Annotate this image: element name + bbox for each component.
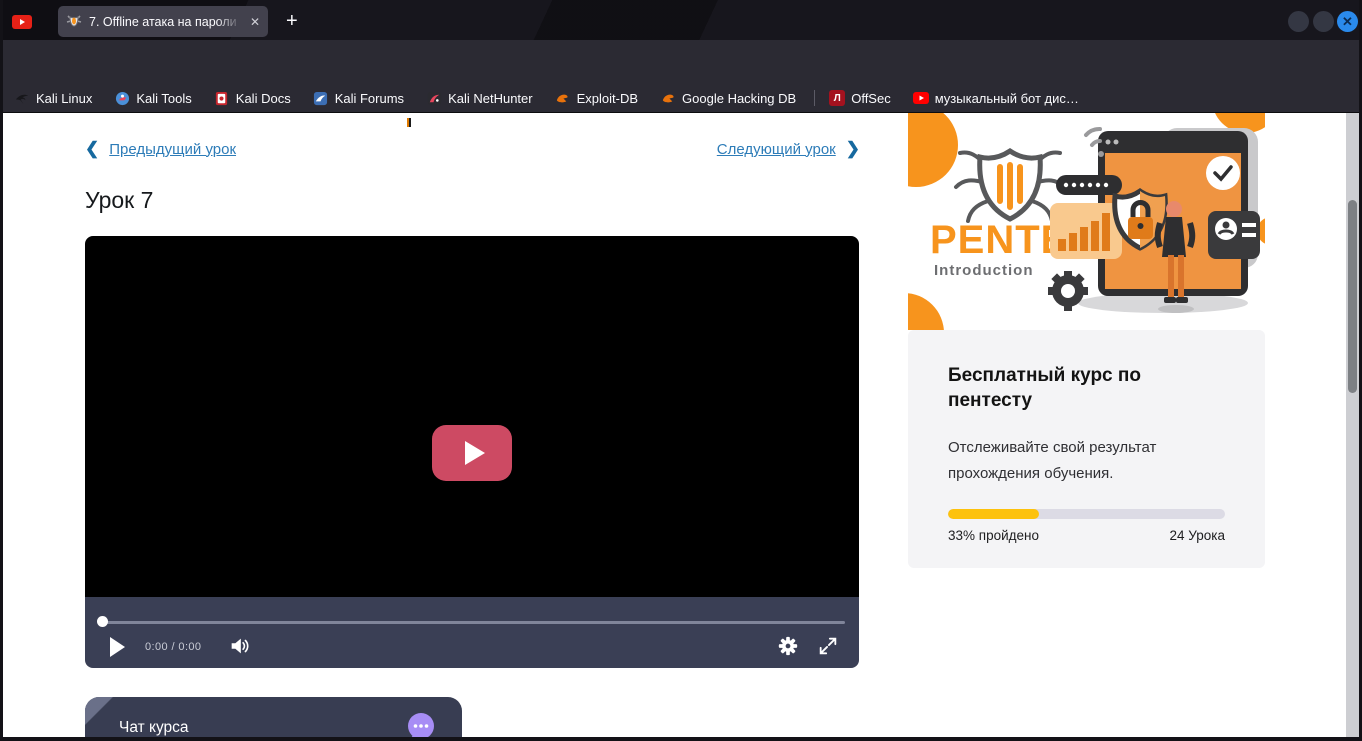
video-seek-bar[interactable] xyxy=(100,621,845,624)
active-tab[interactable]: 7. Offline атака на пароли ✕ xyxy=(58,6,268,37)
video-controls-bar: 0:00 / 0:00 xyxy=(85,597,859,668)
bookmark-kali-linux[interactable]: Kali Linux xyxy=(14,90,92,106)
video-big-play-button[interactable] xyxy=(432,425,512,481)
chat-bubble-icon[interactable] xyxy=(405,711,437,737)
youtube-pinned-tab[interactable] xyxy=(12,15,32,29)
course-sidebar: PENTEST Introduction xyxy=(908,113,1265,737)
video-play-button[interactable] xyxy=(110,637,125,657)
kali-nethunter-icon xyxy=(426,90,442,106)
video-time-separator: / xyxy=(171,641,174,653)
kali-linux-icon xyxy=(14,90,30,106)
settings-gear-icon[interactable] xyxy=(777,635,799,657)
browser-toolbar: https://codeby.school/training/view/urok… xyxy=(0,40,1362,84)
video-screen[interactable] xyxy=(85,236,859,597)
next-lesson-link[interactable]: Следующий урок ❯ xyxy=(717,139,860,159)
previous-lesson-label: Предыдущий урок xyxy=(109,141,236,158)
banner-isometric-art xyxy=(1048,128,1260,313)
course-card-description: Отслеживайте свой результат прохождения … xyxy=(948,435,1198,487)
course-progress-labels: 33% пройдено 24 Урока xyxy=(948,528,1225,543)
chat-corner-accent xyxy=(85,697,119,731)
course-progress-bar xyxy=(948,509,1225,519)
lessons-count-label: 24 Урока xyxy=(1170,528,1225,543)
video-player[interactable]: 0:00 / 0:00 xyxy=(85,236,859,668)
window-minimize-button[interactable] xyxy=(1288,11,1309,32)
youtube-icon xyxy=(20,19,25,25)
window-border-bottom xyxy=(0,737,1362,741)
browser-titlebar: 7. Offline атака на пароли ✕ + ✕ xyxy=(0,0,1362,40)
banner-subtitle-text: Introduction xyxy=(934,262,1033,279)
fullscreen-icon[interactable] xyxy=(817,635,839,657)
tab-title-fade xyxy=(216,12,242,32)
previous-lesson-link[interactable]: ❮ Предыдущий урок xyxy=(85,139,236,159)
play-icon xyxy=(465,441,485,465)
course-progress-fill xyxy=(948,509,1039,519)
codeby-favicon-icon xyxy=(66,14,82,30)
course-chat-widget[interactable]: Чат курса xyxy=(85,697,462,737)
youtube-icon xyxy=(913,90,929,106)
page-scrollbar-track[interactable] xyxy=(1346,113,1359,737)
video-duration: 0:00 xyxy=(178,641,201,653)
kali-docs-icon xyxy=(214,90,230,106)
kali-tools-icon xyxy=(114,90,130,106)
bookmark-google-hacking-db[interactable]: Google Hacking DB xyxy=(660,90,796,106)
bookmark-music-bot[interactable]: музыкальный бот дис… xyxy=(913,90,1079,106)
bookmark-offsec[interactable]: Л OffSec xyxy=(829,90,891,106)
window-maximize-button[interactable] xyxy=(1313,11,1334,32)
page-content: ❮ Предыдущий урок Следующий урок ❯ Урок … xyxy=(3,113,1359,737)
volume-icon[interactable] xyxy=(228,635,250,657)
tab-close-icon[interactable]: ✕ xyxy=(250,15,260,29)
bookmark-kali-nethunter[interactable]: Kali NetHunter xyxy=(426,90,533,106)
offsec-icon: Л xyxy=(829,90,845,106)
bookmark-kali-docs[interactable]: Kali Docs xyxy=(214,90,291,106)
page-scrollbar-thumb[interactable] xyxy=(1348,200,1357,393)
video-seek-handle[interactable] xyxy=(97,616,108,627)
chevron-right-icon: ❯ xyxy=(846,139,860,159)
bookmark-kali-forums[interactable]: Kali Forums xyxy=(313,90,404,106)
chat-title: Чат курса xyxy=(119,719,189,737)
bookmarks-bar: Kali Linux Kali Tools Kali Docs Kali For… xyxy=(0,84,1362,113)
video-time-display: 0:00 / 0:00 xyxy=(145,641,201,653)
video-current-time: 0:00 xyxy=(145,641,168,653)
kali-forums-icon xyxy=(313,90,329,106)
google-hacking-db-icon xyxy=(660,90,676,106)
exploit-db-icon xyxy=(555,90,571,106)
lesson-main-column: ❮ Предыдущий урок Следующий урок ❯ Урок … xyxy=(85,113,860,737)
bookmarks-separator xyxy=(814,90,815,106)
window-close-button[interactable]: ✕ xyxy=(1337,11,1358,32)
window-border-left xyxy=(0,0,3,741)
progress-percent-label: 33% пройдено xyxy=(948,528,1039,543)
lesson-navigation: ❮ Предыдущий урок Следующий урок ❯ xyxy=(85,139,860,159)
bookmark-kali-tools[interactable]: Kali Tools xyxy=(114,90,191,106)
course-banner-illustration: PENTEST Introduction xyxy=(908,113,1265,330)
new-tab-button[interactable]: + xyxy=(286,10,298,33)
next-lesson-label: Следующий урок xyxy=(717,141,836,158)
course-progress-card: Бесплатный курс по пентесту Отслеживайте… xyxy=(908,330,1265,568)
lesson-title: Урок 7 xyxy=(85,187,153,214)
bookmark-exploit-db[interactable]: Exploit-DB xyxy=(555,90,638,106)
chevron-left-icon: ❮ xyxy=(85,139,99,159)
course-card-title: Бесплатный курс по пентесту xyxy=(948,363,1188,413)
